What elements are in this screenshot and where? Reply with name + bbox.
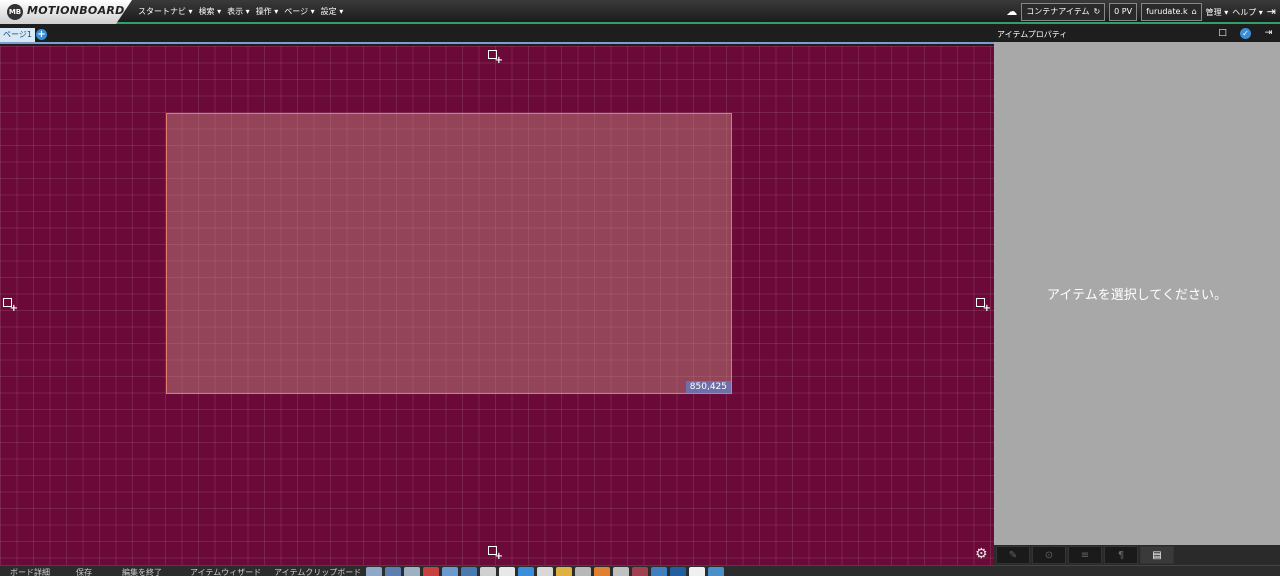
item-property-panel: アイテムプロパティ □ ✓ ⇥ アイテムを選択してください。 ✎ ⊙ ≡ ¶ ▤ bbox=[994, 26, 1280, 565]
folder-icon[interactable] bbox=[556, 567, 572, 576]
extend-bottom-icon[interactable]: + bbox=[488, 546, 503, 562]
panel-tabs: ✎ ⊙ ≡ ¶ ▤ bbox=[994, 545, 1280, 565]
board-details-button[interactable]: ボード詳細 bbox=[10, 567, 50, 576]
logo: MB MOTIONBOARD bbox=[0, 0, 132, 24]
abc-icon[interactable] bbox=[689, 567, 705, 576]
tab-data-icon[interactable]: ≡ bbox=[1068, 546, 1102, 564]
tab-document-icon[interactable]: ▤ bbox=[1140, 546, 1174, 564]
pin-icon[interactable]: ✓ bbox=[1240, 28, 1251, 39]
window-icon[interactable]: □ bbox=[1217, 28, 1228, 39]
panel-header: アイテムプロパティ □ ✓ ⇥ bbox=[994, 26, 1280, 42]
flag-icon[interactable] bbox=[594, 567, 610, 576]
right-tools: ☁ コンテナアイテム ↻ 0 PV furudate.k ⌂ 管理 ▾ ヘルプ … bbox=[1006, 3, 1276, 21]
refresh-icon: ↻ bbox=[1093, 7, 1101, 16]
item-palette bbox=[366, 567, 724, 576]
panel-title: アイテムプロパティ bbox=[997, 30, 1068, 39]
logout-icon[interactable]: ⇥ bbox=[1267, 5, 1276, 19]
item-wizard-button[interactable]: アイテムウィザード bbox=[190, 567, 261, 576]
item-clipboard-button[interactable]: アイテムクリップボード bbox=[274, 567, 361, 576]
layout-icon[interactable] bbox=[366, 567, 382, 576]
end-edit-button[interactable]: 編集を終了 bbox=[122, 567, 162, 576]
menu-start-navi[interactable]: スタートナビ ▾ bbox=[138, 6, 193, 17]
cube-icon[interactable] bbox=[461, 567, 477, 576]
input-icon[interactable] bbox=[575, 567, 591, 576]
pv-counter: 0 PV bbox=[1109, 3, 1138, 21]
logo-badge: MB bbox=[7, 4, 23, 20]
gear-icon[interactable]: ⚙ bbox=[975, 546, 988, 562]
select-item-message: アイテムを選択してください。 bbox=[1047, 288, 1227, 303]
extend-left-icon[interactable]: + bbox=[3, 298, 18, 314]
tab-page1[interactable]: ページ1 bbox=[0, 28, 35, 42]
menu-search[interactable]: 検索 ▾ bbox=[199, 6, 222, 17]
calendar-icon[interactable] bbox=[632, 567, 648, 576]
user-button[interactable]: furudate.k ⌂ bbox=[1141, 3, 1202, 21]
size-label: 850,425 bbox=[685, 381, 731, 393]
add-page-icon[interactable]: + bbox=[36, 29, 47, 40]
page-tab-bar: ページ1 + bbox=[0, 26, 994, 44]
main-menu: スタートナビ ▾ 検索 ▾ 表示 ▾ 操作 ▾ ページ ▾ 設定 ▾ bbox=[138, 6, 343, 17]
tab-design-icon[interactable]: ✎ bbox=[996, 546, 1030, 564]
admin-menu[interactable]: 管理 ▾ bbox=[1206, 7, 1229, 18]
tab-search-icon[interactable]: ⊙ bbox=[1032, 546, 1066, 564]
clock-icon[interactable] bbox=[423, 567, 439, 576]
container-item-button[interactable]: コンテナアイテム ↻ bbox=[1021, 3, 1106, 21]
help-menu[interactable]: ヘルプ ▾ bbox=[1232, 7, 1263, 18]
form-icon[interactable] bbox=[613, 567, 629, 576]
image-icon[interactable] bbox=[442, 567, 458, 576]
tab-script-icon[interactable]: ¶ bbox=[1104, 546, 1138, 564]
comment-icon[interactable] bbox=[537, 567, 553, 576]
top-bar: MB MOTIONBOARD スタートナビ ▾ 検索 ▾ 表示 ▾ 操作 ▾ ペ… bbox=[0, 0, 1280, 24]
box-icon[interactable] bbox=[670, 567, 686, 576]
bottom-toolbar: ボード詳細 保存 編集を終了 アイテムウィザード アイテムクリップボード bbox=[0, 565, 1280, 576]
selection-rectangle[interactable]: 850,425 bbox=[166, 113, 732, 394]
logo-text: MOTIONBOARD bbox=[27, 4, 125, 17]
globe-icon[interactable] bbox=[518, 567, 534, 576]
menu-view[interactable]: 表示 ▾ bbox=[227, 6, 250, 17]
table-icon[interactable] bbox=[404, 567, 420, 576]
menu-page[interactable]: ページ ▾ bbox=[284, 6, 314, 17]
save-button[interactable]: 保存 bbox=[76, 567, 92, 576]
document-icon[interactable] bbox=[480, 567, 496, 576]
menu-operation[interactable]: 操作 ▾ bbox=[256, 6, 279, 17]
collapse-icon[interactable]: ⇥ bbox=[1263, 28, 1274, 39]
text-icon[interactable] bbox=[499, 567, 515, 576]
plus-item-icon[interactable] bbox=[708, 567, 724, 576]
menu-settings[interactable]: 設定 ▾ bbox=[321, 6, 344, 17]
container-item-label: コンテナアイテム bbox=[1026, 7, 1090, 16]
board-canvas[interactable]: + + + + 850,425 ⚙ bbox=[0, 46, 994, 565]
extend-right-icon[interactable]: + bbox=[976, 298, 991, 314]
palette-icon[interactable]: ☁ bbox=[1006, 5, 1017, 19]
window-item-icon[interactable] bbox=[651, 567, 667, 576]
extend-top-icon[interactable]: + bbox=[488, 50, 503, 66]
user-name: furudate.k bbox=[1146, 7, 1188, 16]
home-icon: ⌂ bbox=[1191, 7, 1197, 16]
chart-icon[interactable] bbox=[385, 567, 401, 576]
